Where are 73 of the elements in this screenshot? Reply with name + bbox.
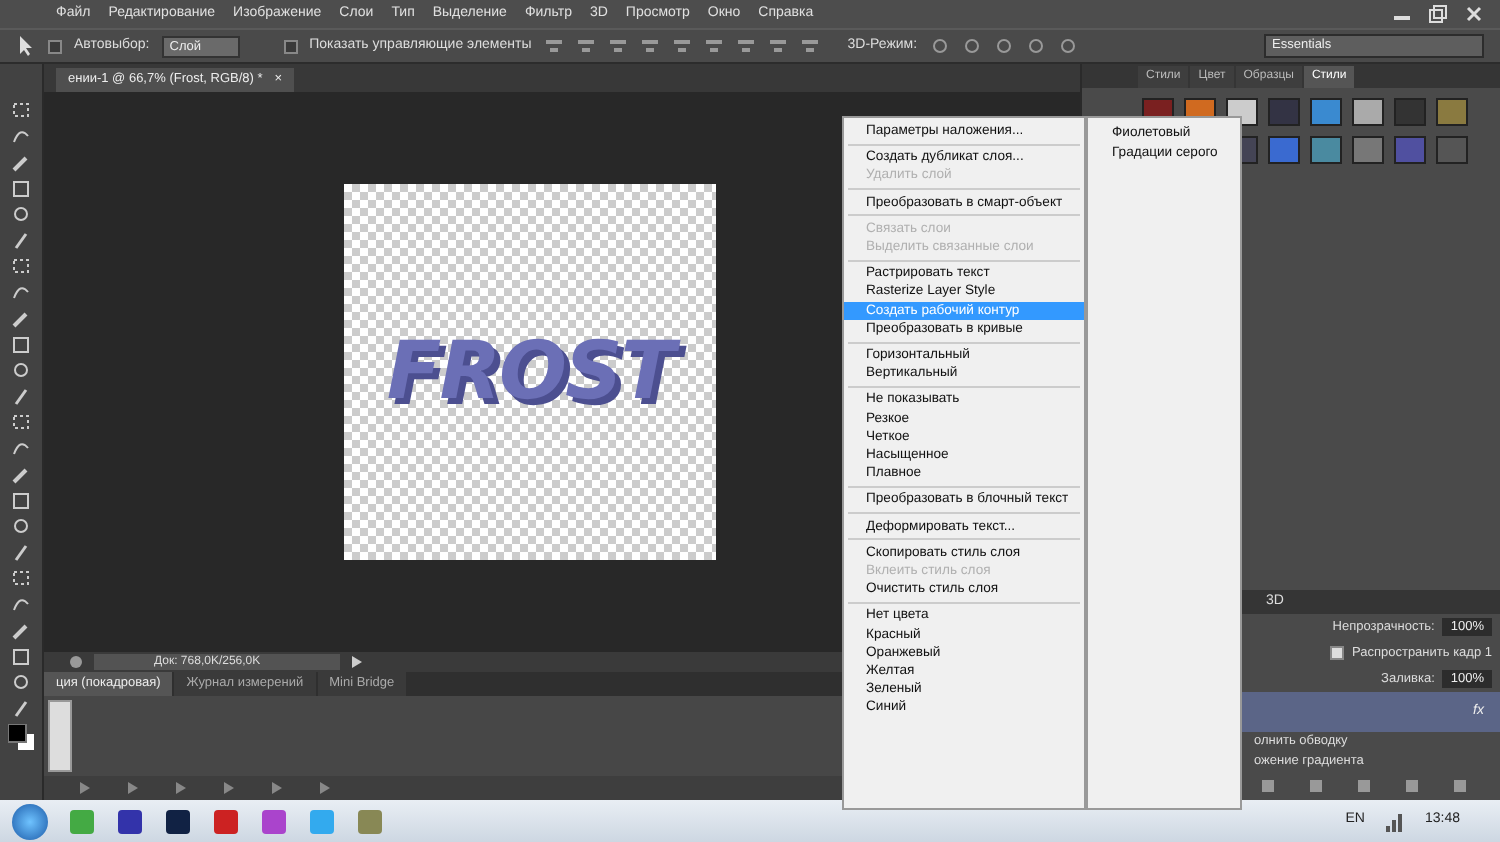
style-swatch[interactable] bbox=[1268, 136, 1300, 164]
app-icon[interactable] bbox=[116, 807, 144, 835]
propagate-checkbox[interactable] bbox=[1329, 646, 1344, 660]
frame-thumbnail[interactable] bbox=[48, 700, 72, 772]
playback-icon[interactable] bbox=[76, 780, 92, 796]
pen-tool-icon[interactable] bbox=[10, 230, 32, 250]
playback-icon[interactable] bbox=[268, 780, 284, 796]
layer-action-icon[interactable] bbox=[1356, 778, 1372, 794]
close-icon[interactable] bbox=[1464, 4, 1484, 24]
layer-action-icon[interactable] bbox=[1404, 778, 1420, 794]
3d-tool-icon[interactable] bbox=[1025, 36, 1046, 56]
playback-icon[interactable] bbox=[316, 780, 332, 796]
circle-tool-icon[interactable] bbox=[10, 672, 32, 692]
layer-action-icon[interactable] bbox=[1452, 778, 1468, 794]
align-icon[interactable] bbox=[799, 36, 820, 56]
crop-tool-icon[interactable] bbox=[10, 490, 32, 510]
circle-tool-icon[interactable] bbox=[10, 516, 32, 536]
marquee-tool-icon[interactable] bbox=[10, 100, 32, 120]
align-icon[interactable] bbox=[575, 36, 596, 56]
marquee-tool-icon[interactable] bbox=[10, 568, 32, 588]
crop-tool-icon[interactable] bbox=[10, 178, 32, 198]
restore-icon[interactable] bbox=[1428, 4, 1448, 24]
brush-tool-icon[interactable] bbox=[10, 464, 32, 484]
style-swatch[interactable] bbox=[1394, 98, 1426, 126]
marquee-tool-icon[interactable] bbox=[10, 256, 32, 276]
3d-tool-icon[interactable] bbox=[993, 36, 1014, 56]
align-icon[interactable] bbox=[639, 36, 660, 56]
3d-tool-icon[interactable] bbox=[929, 36, 950, 56]
align-icon[interactable] bbox=[671, 36, 692, 56]
style-swatch[interactable] bbox=[1394, 136, 1426, 164]
start-button[interactable] bbox=[12, 803, 48, 839]
style-swatch[interactable] bbox=[1352, 98, 1384, 126]
lasso-tool-icon[interactable] bbox=[10, 594, 32, 614]
circle-tool-icon[interactable] bbox=[10, 360, 32, 380]
zoom-icon[interactable] bbox=[68, 654, 84, 670]
layer-action-icon[interactable] bbox=[1260, 778, 1276, 794]
align-icon[interactable] bbox=[735, 36, 756, 56]
auto-select-checkbox[interactable] bbox=[48, 39, 62, 53]
style-swatch[interactable] bbox=[1436, 136, 1468, 164]
arrow-right-icon[interactable] bbox=[350, 654, 365, 670]
style-swatch[interactable] bbox=[1310, 98, 1342, 126]
align-icon[interactable] bbox=[607, 36, 628, 56]
style-swatch[interactable] bbox=[1352, 136, 1384, 164]
lasso-tool-icon[interactable] bbox=[10, 282, 32, 302]
lasso-tool-icon[interactable] bbox=[10, 126, 32, 146]
playback-icon[interactable] bbox=[172, 780, 188, 796]
playback-icon[interactable] bbox=[220, 780, 236, 796]
crop-tool-icon[interactable] bbox=[10, 646, 32, 666]
brush-tool-icon[interactable] bbox=[10, 620, 32, 640]
circle-tool-icon[interactable] bbox=[10, 204, 32, 224]
show-controls-checkbox[interactable] bbox=[283, 39, 298, 53]
network-icon[interactable] bbox=[1384, 811, 1405, 831]
brush-tool-icon[interactable] bbox=[10, 308, 32, 328]
app-icon[interactable] bbox=[164, 807, 192, 835]
style-swatch[interactable] bbox=[1436, 98, 1468, 126]
pen-tool-icon[interactable] bbox=[10, 386, 32, 406]
3d-tool-icon[interactable] bbox=[1057, 36, 1078, 56]
layer-action-icon[interactable] bbox=[1308, 778, 1324, 794]
align-icon[interactable] bbox=[543, 36, 564, 56]
lasso-tool-icon[interactable] bbox=[10, 438, 32, 458]
move-tool-icon[interactable] bbox=[16, 34, 36, 58]
3d-tool-icon[interactable] bbox=[961, 36, 982, 56]
style-swatch[interactable] bbox=[1310, 136, 1342, 164]
brush-tool-icon[interactable] bbox=[10, 152, 32, 172]
align-icon[interactable] bbox=[767, 36, 788, 56]
pen-tool-icon[interactable] bbox=[10, 698, 32, 718]
crop-tool-icon[interactable] bbox=[10, 334, 32, 354]
color-swatches-icon[interactable] bbox=[7, 724, 35, 752]
style-swatch[interactable] bbox=[1268, 98, 1300, 126]
align-icon[interactable] bbox=[703, 36, 724, 56]
pen-tool-icon[interactable] bbox=[10, 542, 32, 562]
playback-icon[interactable] bbox=[124, 780, 140, 796]
marquee-tool-icon[interactable] bbox=[10, 412, 32, 432]
